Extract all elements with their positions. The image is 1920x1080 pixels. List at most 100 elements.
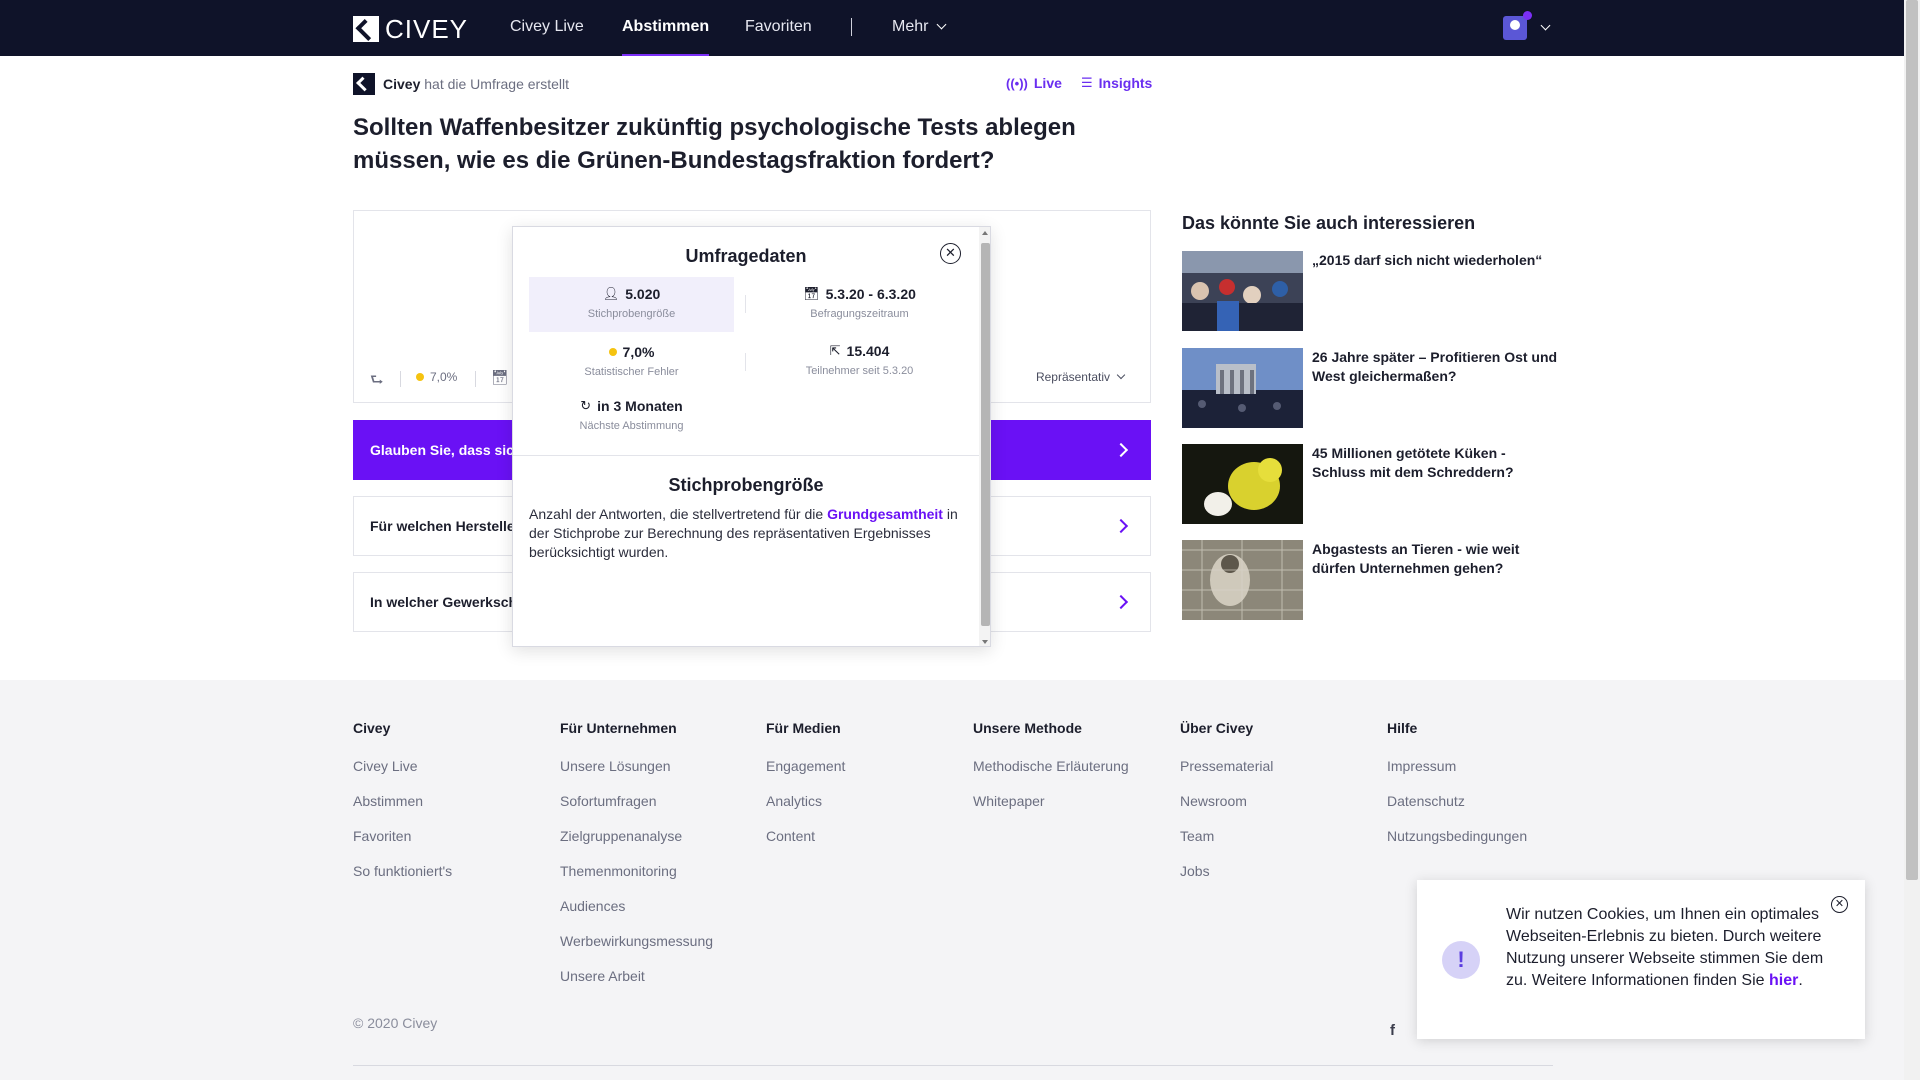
footer-link[interactable]: So funktioniert's [353,863,452,898]
chevron-down-icon [1116,370,1126,380]
chevron-right-icon [1113,594,1129,610]
close-icon[interactable]: ✕ [1831,896,1848,913]
chevron-down-icon [937,19,947,30]
footer-link[interactable]: Zielgruppenanalyse [560,828,713,863]
stat-label: Nächste Abstimmung [579,420,684,432]
nav-abstimmen[interactable]: Abstimmen [622,0,710,56]
facebook-icon[interactable]: f [1390,1022,1395,1039]
footer-link[interactable]: Unsere Lösungen [560,758,713,793]
footer-link[interactable]: Pressematerial [1180,758,1273,793]
footer-link[interactable]: Abstimmen [353,793,452,828]
civey-logo[interactable]: CIVEY [353,16,468,42]
live-link[interactable]: ((•)) Live [1006,75,1062,91]
footer-link[interactable]: Werbewirkungsmessung [560,933,713,968]
related-item[interactable]: 26 Jahre später – Profitieren Ost und We… [1182,348,1562,428]
representative-dropdown[interactable]: Repräsentativ [1035,370,1126,384]
stat-value: 7,0% [622,344,655,360]
footer-link[interactable]: Whitepaper [973,793,1129,828]
exclamation-icon: ! [1442,941,1480,979]
footer-link[interactable]: Methodische Erläuterung [973,758,1129,793]
notification-dot [1523,11,1532,20]
meta-divider [400,371,401,387]
copyright: © 2020 Civey [353,1015,438,1031]
calendar-icon[interactable]: 📅︎ [491,369,509,386]
insights-link[interactable]: ☰ Insights [1081,75,1152,91]
stat-value: 15.404 [846,343,890,359]
nav-civey-live[interactable]: Civey Live [510,0,584,56]
stat-next-vote[interactable]: ↻ in 3 Monaten Nächste Abstimmung [529,389,734,444]
related-text: Abgastests an Tieren - wie weit dürfen U… [1312,541,1520,576]
related-thumbnail [1182,444,1303,524]
share-icon[interactable]: ⮑ [370,370,384,395]
live-label: Live [1033,75,1062,91]
top-navigation: CIVEY Civey Live Abstimmen Favoriten Meh… [0,0,1904,56]
footer-link[interactable]: Civey Live [353,758,452,793]
footer-link[interactable]: Jobs [1180,863,1273,898]
footer-link[interactable]: Content [766,828,845,863]
footer-column: Civey Civey Live Abstimmen Favoriten So … [353,720,452,898]
related-item[interactable]: 45 Millionen getötete Küken - Schluss mi… [1182,444,1562,524]
error-dot-icon [608,348,617,356]
nav-mehr-dropdown[interactable]: Mehr [892,0,947,56]
poll-data-modal: Umfragedaten ✕ 👤︎ 5.020 Stichprobengröße … [512,226,991,647]
stat-survey-period[interactable]: 📅︎ 5.3.20 - 6.3.20 Befragungszeitraum [757,277,962,332]
footer-link[interactable]: Nutzungsbedingungen [1387,828,1527,863]
footer-link[interactable]: Themenmonitoring [560,863,713,898]
footer-link[interactable]: Engagement [766,758,845,793]
poll-error-indicator[interactable]: 7,0% [416,370,457,384]
creator-name[interactable]: Civey [383,76,420,92]
person-icon: 👤︎ [602,286,620,301]
nav-favoriten[interactable]: Favoriten [745,0,812,56]
footer-link[interactable]: Newsroom [1180,793,1273,828]
poll-creator: Civey hat die Umfrage erstellt [353,73,569,95]
page-scrollbar-thumb[interactable] [1906,0,1918,880]
footer-heading: Civey [353,720,391,736]
scroll-up-icon[interactable] [982,231,988,235]
stat-sample-size[interactable]: 👤︎ 5.020 Stichprobengröße [529,277,734,332]
stat-value: in 3 Monaten [597,398,683,414]
footer-heading: Hilfe [1387,720,1418,736]
related-item[interactable]: „2015 darf sich nicht wiederholen“ [1182,251,1562,331]
chevron-down-icon[interactable] [1540,20,1551,31]
footer-heading: Über Civey [1180,720,1254,736]
grundgesamtheit-link[interactable]: Grundgesamtheit [827,506,943,522]
footer-link[interactable]: Analytics [766,793,845,828]
modal-title: Umfragedaten [685,246,807,266]
stat-label: Statistischer Fehler [584,366,679,378]
close-icon[interactable]: ✕ [940,243,961,264]
footer-link[interactable]: Audiences [560,898,713,933]
stat-divider [745,295,746,313]
cookie-more-link[interactable]: hier [1769,972,1798,989]
nav-mehr-label: Mehr [892,18,929,35]
stat-statistical-error[interactable]: 7,0% Statistischer Fehler [529,335,734,390]
stat-participants[interactable]: ⇱ 15.404 Teilnehmer seit 5.3.20 [757,334,962,389]
scroll-down-icon[interactable] [982,640,988,644]
cookie-banner: ! Wir nutzen Cookies, um Ihnen ein optim… [1417,880,1865,1039]
footer-heading: Für Medien [766,720,841,736]
footer-link[interactable]: Sofortumfragen [560,793,713,828]
footer-link[interactable]: Datenschutz [1387,793,1527,828]
related-item[interactable]: Abgastests an Tieren - wie weit dürfen U… [1182,540,1562,620]
civey-icon [353,73,375,95]
nav-divider [851,18,852,36]
related-thumbnail [1182,540,1303,620]
desc-text: Anzahl der Antworten, die stellvertreten… [529,506,828,522]
question-title: Sollten Waffenbesitzer zukünftig psychol… [353,114,1076,174]
footer-link[interactable]: Favoriten [353,828,452,863]
stat-label: Teilnehmer seit 5.3.20 [805,365,914,377]
footer-link[interactable]: Team [1180,828,1273,863]
modal-scrollbar-thumb[interactable] [981,243,990,626]
footer-link[interactable]: Impressum [1387,758,1527,793]
civey-logo-icon [353,16,379,42]
question-label: Glauben Sie, dass sich [370,442,523,458]
representative-label: Repräsentativ [1035,370,1110,384]
chevron-right-icon [1113,518,1129,534]
related-title: Das könnte Sie auch interessieren [1182,213,1476,233]
user-avatar-icon[interactable] [1503,16,1527,40]
logo-text: CIVEY [385,14,469,44]
footer-link[interactable]: Unsere Arbeit [560,968,713,1003]
meta-divider [475,371,476,387]
footer-column: Über Civey Pressematerial Newsroom Team … [1180,720,1273,898]
question-label: Für welchen Hersteller [370,518,521,534]
calendar-icon: 📅︎ [803,286,820,301]
